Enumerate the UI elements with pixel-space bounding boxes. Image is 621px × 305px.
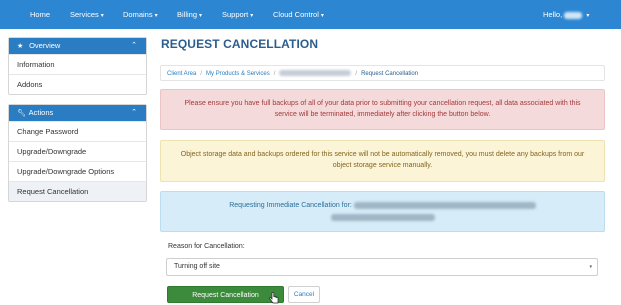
reason-label: Reason for Cancellation: xyxy=(168,243,245,250)
backup-warning-text: Please ensure you have full backups of a… xyxy=(184,100,581,118)
hand-cursor-icon xyxy=(269,292,279,304)
actions-title: Actions xyxy=(28,108,54,117)
chevron-down-icon: ▾ xyxy=(154,13,158,19)
chevron-down-icon: ▾ xyxy=(199,13,203,19)
breadcrumb-my-products[interactable]: My Products & Services xyxy=(206,71,270,77)
chevron-down-icon: ▾ xyxy=(586,13,590,19)
nav-home[interactable]: Home xyxy=(30,0,50,29)
breadcrumb-client-area[interactable]: Client Area xyxy=(167,71,196,77)
redacted-service-name xyxy=(353,201,536,209)
breadcrumb: Client Area / My Products & Services / / Requ… xyxy=(160,65,605,81)
overview-panel: ★ Overview ⌃ Information Addons xyxy=(8,37,147,95)
redacted-username xyxy=(564,11,583,19)
chevron-down-icon: ▾ xyxy=(589,264,592,270)
object-storage-text: Object storage data and backups ordered … xyxy=(180,151,585,169)
redacted-product-name xyxy=(279,70,352,77)
nav-domains[interactable]: Domains ▾ xyxy=(123,0,158,29)
sidebar-item-upgrade-downgrade-options[interactable]: Upgrade/Downgrade Options xyxy=(9,161,146,181)
actions-panel-header[interactable]: 🔧︎ Actions ⌃ xyxy=(9,105,146,121)
reason-select[interactable]: Turning off site ▾ xyxy=(166,258,598,276)
cancellation-target-alert: Requesting Immediate Cancellation for: xyxy=(160,191,605,232)
cancel-button[interactable]: Cancel xyxy=(288,286,320,303)
star-icon: ★ xyxy=(17,43,24,50)
actions-panel: 🔧︎ Actions ⌃ Change Password Upgrade/Dow… xyxy=(8,104,147,202)
cancellation-target-text: Requesting Immediate Cancellation for: xyxy=(229,202,352,209)
backup-warning-alert: Please ensure you have full backups of a… xyxy=(160,89,605,130)
sidebar-item-addons[interactable]: Addons xyxy=(9,74,146,94)
chevron-up-icon[interactable]: ⌃ xyxy=(131,38,137,54)
nav-billing[interactable]: Billing ▾ xyxy=(177,0,202,29)
nav-services[interactable]: Services ▾ xyxy=(70,0,104,29)
wrench-icon: 🔧︎ xyxy=(17,110,26,117)
chevron-down-icon: ▾ xyxy=(320,13,324,19)
page-title: REQUEST CANCELLATION xyxy=(161,37,319,51)
top-navbar: Home Services ▾ Domains ▾ Billing ▾ Support… xyxy=(0,0,621,29)
nav-user-menu[interactable]: Hello, ▾ xyxy=(543,0,589,29)
chevron-up-icon[interactable]: ⌃ xyxy=(131,105,137,121)
sidebar-item-change-password[interactable]: Change Password xyxy=(9,121,146,141)
overview-title: Overview xyxy=(29,41,61,50)
nav-support[interactable]: Support ▾ xyxy=(222,0,253,29)
sidebar-item-request-cancellation[interactable]: Request Cancellation xyxy=(9,181,146,201)
chevron-down-icon: ▾ xyxy=(250,13,254,19)
request-cancellation-button[interactable]: Request Cancellation xyxy=(167,286,284,303)
sidebar-item-upgrade-downgrade[interactable]: Upgrade/Downgrade xyxy=(9,141,146,161)
object-storage-alert: Object storage data and backups ordered … xyxy=(160,140,605,182)
sidebar-item-information[interactable]: Information xyxy=(9,54,146,74)
overview-panel-header[interactable]: ★ Overview ⌃ xyxy=(9,38,146,54)
breadcrumb-current: Request Cancellation xyxy=(361,71,419,77)
redacted-service-hostname xyxy=(330,214,435,222)
nav-cloud-control[interactable]: Cloud Control ▾ xyxy=(273,0,324,29)
chevron-down-icon: ▾ xyxy=(100,13,104,19)
reason-select-value: Turning off site xyxy=(174,263,220,270)
